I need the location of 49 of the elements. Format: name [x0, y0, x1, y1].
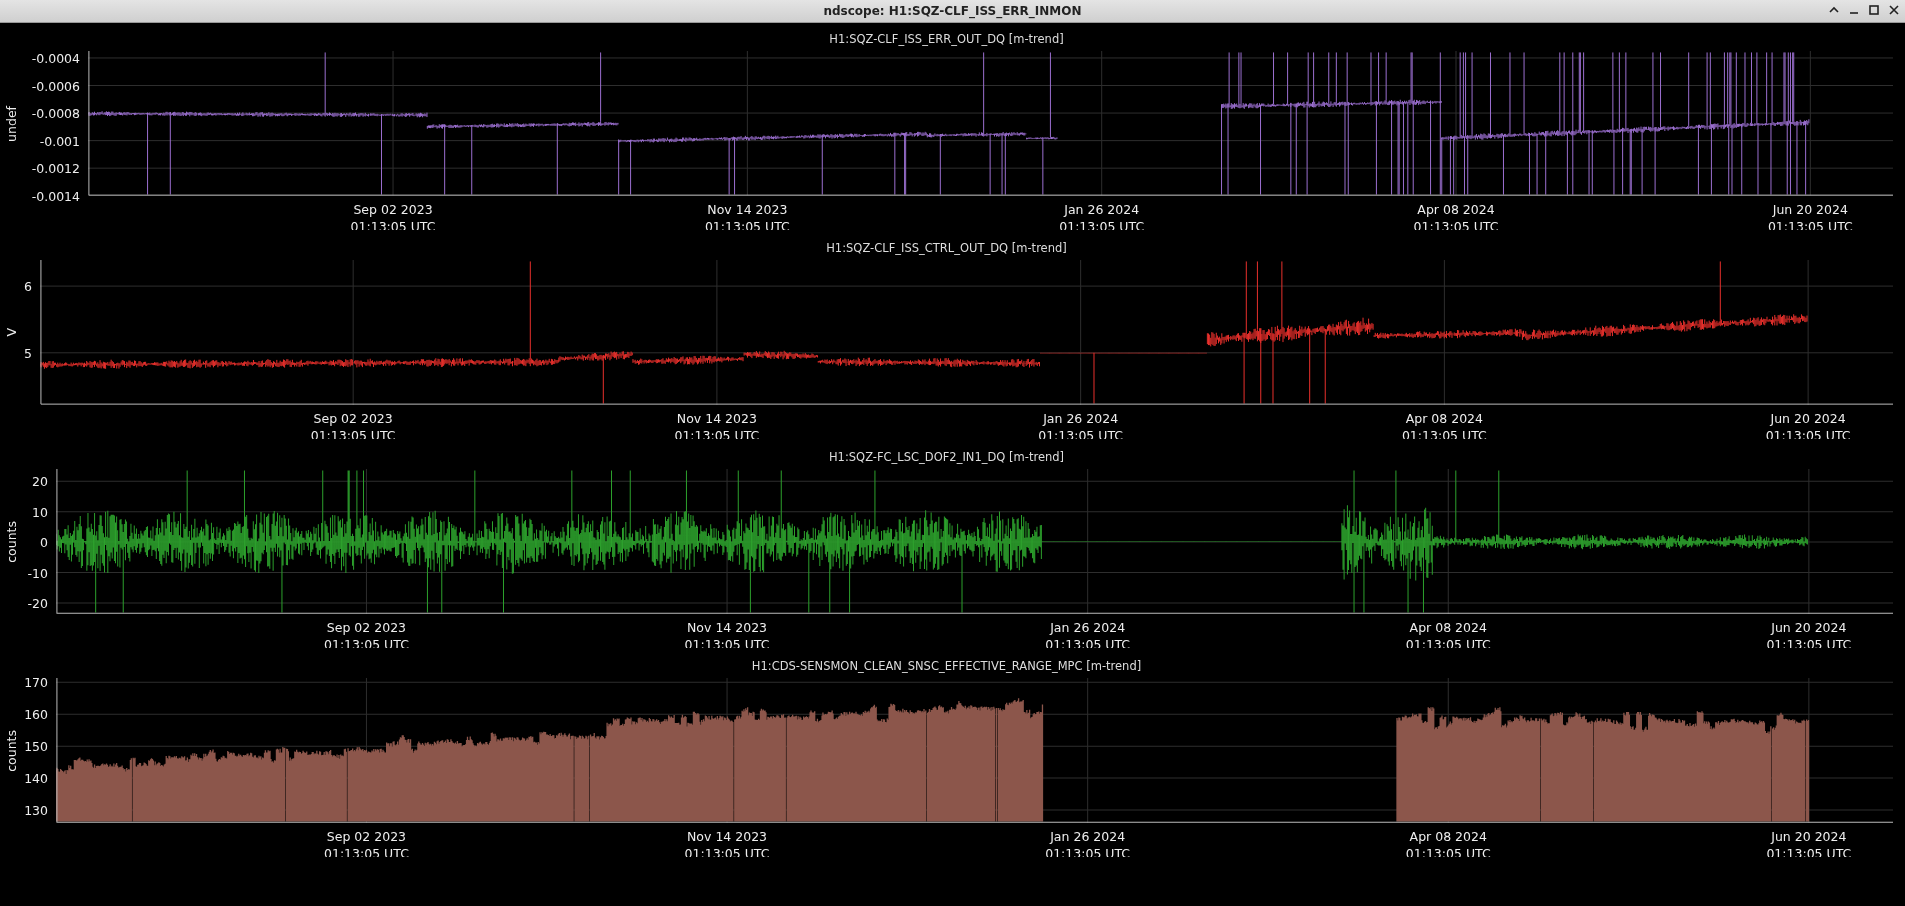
y-axis-label: counts [3, 729, 19, 772]
y-tick-label: -0.001 [39, 133, 80, 149]
y-tick-label: 10 [32, 504, 48, 520]
y-tick-label: -0.0006 [31, 78, 80, 93]
x-tick-date: Jun 20 2024 [1771, 619, 1847, 636]
x-tick-date: Apr 08 2024 [1405, 410, 1483, 427]
y-tick-label: 150 [24, 738, 48, 754]
x-tick-date: Nov 14 2023 [707, 201, 788, 218]
maximize-icon[interactable] [1867, 3, 1881, 17]
x-tick-date: Apr 08 2024 [1417, 201, 1495, 218]
y-tick-label: 0 [40, 534, 48, 550]
plot-title: H1:SQZ-FC_LSC_DOF2_IN1_DQ [m-trend] [828, 449, 1065, 465]
x-tick-date: Jun 20 2024 [1772, 201, 1848, 218]
close-icon[interactable] [1887, 3, 1901, 17]
y-axis-label: counts [3, 520, 19, 563]
x-tick-date: Sep 02 2023 [353, 201, 433, 218]
x-tick-date: Nov 14 2023 [687, 828, 768, 845]
x-tick-date: Jan 26 2024 [1050, 828, 1126, 845]
x-tick-date: Jan 26 2024 [1064, 201, 1140, 218]
x-tick-date: Sep 02 2023 [326, 828, 407, 845]
x-tick-date: Sep 02 2023 [326, 619, 407, 636]
x-tick-date: Sep 02 2023 [313, 410, 393, 427]
y-tick-label: -0.0014 [31, 188, 80, 204]
y-tick-label: 160 [24, 706, 48, 722]
plot-title: H1:CDS-SENSMON_CLEAN_SNSC_EFFECTIVE_RANGE_MPC [m-trend] [751, 658, 1142, 674]
x-tick-date: Jun 20 2024 [1771, 828, 1847, 845]
y-tick-label: 20 [32, 473, 48, 489]
plot-title: H1:SQZ-CLF_ISS_ERR_OUT_DQ [m-trend] [829, 31, 1064, 47]
y-tick-label: -0.0004 [31, 50, 80, 66]
y-axis-label: V [3, 328, 19, 337]
y-tick-label: 140 [24, 770, 48, 786]
y-tick-label: -0.0012 [31, 160, 80, 176]
x-tick-date: Jan 26 2024 [1043, 410, 1119, 427]
window-title: ndscope: H1:SQZ-CLF_ISS_ERR_INMON [823, 4, 1082, 18]
plot-title: H1:SQZ-CLF_ISS_CTRL_OUT_DQ [m-trend] [826, 240, 1067, 256]
x-tick-date: Jan 26 2024 [1050, 619, 1126, 636]
y-tick-label: 6 [24, 278, 32, 294]
y-axis-label: undef [3, 105, 19, 142]
y-tick-label: -20 [27, 595, 48, 611]
x-tick-date: Nov 14 2023 [687, 619, 768, 636]
y-tick-label: -0.0008 [31, 105, 80, 121]
y-tick-label: 170 [24, 674, 48, 690]
x-tick-date: Jun 20 2024 [1770, 410, 1846, 427]
x-tick-date: Apr 08 2024 [1409, 828, 1487, 845]
y-tick-label: 130 [24, 802, 48, 818]
x-tick-date: Apr 08 2024 [1409, 619, 1487, 636]
y-tick-label: -10 [27, 565, 48, 580]
y-tick-label: 5 [24, 345, 32, 361]
x-tick-date: Nov 14 2023 [676, 410, 757, 427]
